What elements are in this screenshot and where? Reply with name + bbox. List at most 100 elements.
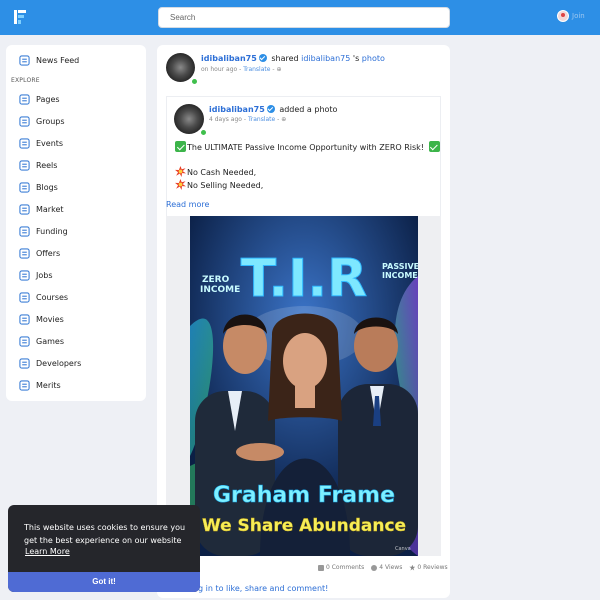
post-time[interactable]: on hour ago: [201, 66, 237, 73]
translate-link[interactable]: Translate: [243, 66, 270, 73]
sidebar-item-label: Developers: [36, 359, 82, 368]
sidebar-item-games[interactable]: Games: [19, 336, 64, 347]
author-name-link[interactable]: idibaliban75: [201, 54, 257, 63]
online-indicator: [191, 78, 198, 85]
shared-author-avatar[interactable]: [174, 104, 204, 134]
shared-object-link[interactable]: photo: [362, 54, 385, 63]
calendar-icon: [19, 138, 30, 149]
sidebar-item-news-feed[interactable]: News Feed: [19, 55, 79, 66]
image-left-tag-2: INCOME: [200, 285, 240, 295]
shared-post-time[interactable]: 4 days ago: [209, 116, 242, 123]
sidebar-item-label: Jobs: [36, 271, 53, 280]
sidebar-item-pages[interactable]: Pages: [19, 94, 60, 105]
post-text-line-3: No Selling Needed,: [175, 179, 263, 190]
translate-link[interactable]: Translate: [248, 116, 275, 123]
groups-icon: [19, 116, 30, 127]
sidebar-item-label: Offers: [36, 249, 61, 258]
sidebar-item-groups[interactable]: Groups: [19, 116, 65, 127]
post-header: idibaliban75 shared idibaliban75 's phot…: [201, 54, 385, 63]
cookie-accept-button[interactable]: Got it!: [8, 572, 200, 592]
sidebar-item-label: Merits: [36, 381, 61, 390]
shared-author-name-link[interactable]: idibaliban75: [209, 105, 265, 114]
cookie-message: This website uses cookies to ensure you …: [24, 523, 186, 545]
sidebar-item-developers[interactable]: Developers: [19, 358, 81, 369]
sidebar-item-blogs[interactable]: Blogs: [19, 182, 58, 193]
sidebar-item-label: Courses: [36, 293, 69, 302]
sidebar-item-label: Reels: [36, 161, 58, 170]
views-count: 4 Views: [371, 564, 402, 571]
sidebar-item-label: Funding: [36, 227, 68, 236]
read-more-link[interactable]: Read more: [166, 200, 209, 209]
briefcase-icon: [19, 270, 30, 281]
store-icon: [19, 204, 30, 215]
comment-icon: [318, 564, 324, 571]
site-logo-icon[interactable]: [13, 9, 27, 25]
cookie-banner: This website uses cookies to ensure you …: [8, 505, 200, 592]
post-photo[interactable]: T.I.R ZERO INCOME PASSIVE INCOME Graham …: [190, 216, 418, 556]
image-slogan: We Share Abundance: [202, 516, 406, 536]
shared-from-link[interactable]: idibaliban75: [301, 54, 350, 63]
meta-separator: -: [239, 66, 242, 73]
meta-separator: -: [272, 66, 275, 73]
reels-icon: [19, 160, 30, 171]
user-menu[interactable]: Join: [557, 10, 585, 22]
author-avatar[interactable]: [166, 53, 195, 82]
sidebar-item-market[interactable]: Market: [19, 204, 64, 215]
sidebar-item-label: Pages: [36, 95, 60, 104]
meta-separator: -: [243, 116, 247, 123]
news-feed-icon: [19, 55, 30, 66]
reviews-count[interactable]: 0 Reviews: [409, 564, 448, 571]
sidebar-item-events[interactable]: Events: [19, 138, 63, 149]
image-title: T.I.R: [241, 249, 367, 309]
sidebar-item-jobs[interactable]: Jobs: [19, 270, 53, 281]
image-name-line: Graham Frame: [213, 483, 395, 508]
funding-icon: [19, 226, 30, 237]
avatar[interactable]: [557, 10, 569, 22]
sidebar-item-courses[interactable]: Courses: [19, 292, 68, 303]
image-right-tag-2: INCOME: [382, 271, 418, 280]
post-text: The ULTIMATE Passive Income Opportunity …: [187, 143, 425, 152]
sidebar-item-label: Events: [36, 139, 64, 148]
user-name[interactable]: Join: [572, 12, 585, 20]
verified-badge-icon: [258, 54, 267, 62]
courses-icon: [19, 292, 30, 303]
star-icon: [409, 564, 416, 571]
blog-icon: [19, 182, 30, 193]
shared-action-text: added a photo: [279, 105, 338, 114]
globe-icon: ⊕: [276, 66, 282, 73]
shared-post-header: idibaliban75 added a photo: [209, 105, 337, 114]
online-indicator: [200, 129, 207, 136]
sidebar-item-merits[interactable]: Merits: [19, 380, 61, 391]
sidebar-item-offers[interactable]: Offers: [19, 248, 60, 259]
sidebar-item-label: Groups: [36, 117, 65, 126]
top-bar: Join: [0, 0, 600, 35]
meta-separator: -: [277, 116, 280, 123]
sidebar-item-movies[interactable]: Movies: [19, 314, 64, 325]
post-action-text: shared: [271, 54, 299, 63]
search-input[interactable]: [158, 7, 450, 28]
post-text: No Selling Needed,: [187, 181, 264, 190]
post-stats: 0 Comments 4 Views 0 Reviews: [318, 564, 448, 571]
check-mark-icon: [428, 141, 440, 152]
image-left-tag-1: ZERO: [202, 275, 230, 285]
post-meta: on hour ago - Translate - ⊕: [201, 66, 282, 73]
sidebar-item-label: Movies: [36, 315, 64, 324]
movies-icon: [19, 314, 30, 325]
comments-count[interactable]: 0 Comments: [318, 564, 364, 571]
sidebar-item-reels[interactable]: Reels: [19, 160, 57, 171]
check-mark-icon: [175, 141, 186, 152]
shared-post-meta: 4 days ago - Translate - ⊕: [209, 116, 286, 123]
offers-icon: [19, 248, 30, 259]
verified-badge-icon: [266, 105, 275, 113]
sidebar-item-label: Market: [36, 205, 64, 214]
explosion-icon: [175, 179, 186, 190]
post-text-line-2: No Cash Needed,: [175, 166, 256, 177]
post-photo-art: T.I.R ZERO INCOME PASSIVE INCOME Graham …: [190, 216, 418, 556]
sidebar-item-label: Games: [36, 337, 64, 346]
globe-icon: ⊕: [281, 116, 287, 123]
cookie-learn-more-link[interactable]: Learn More: [25, 547, 70, 556]
sidebar-item-funding[interactable]: Funding: [19, 226, 68, 237]
post-text: No Cash Needed,: [187, 168, 257, 177]
login-to-interact-link[interactable]: g in to like, share and comment!: [198, 584, 328, 593]
possessive-text: 's: [352, 54, 360, 63]
